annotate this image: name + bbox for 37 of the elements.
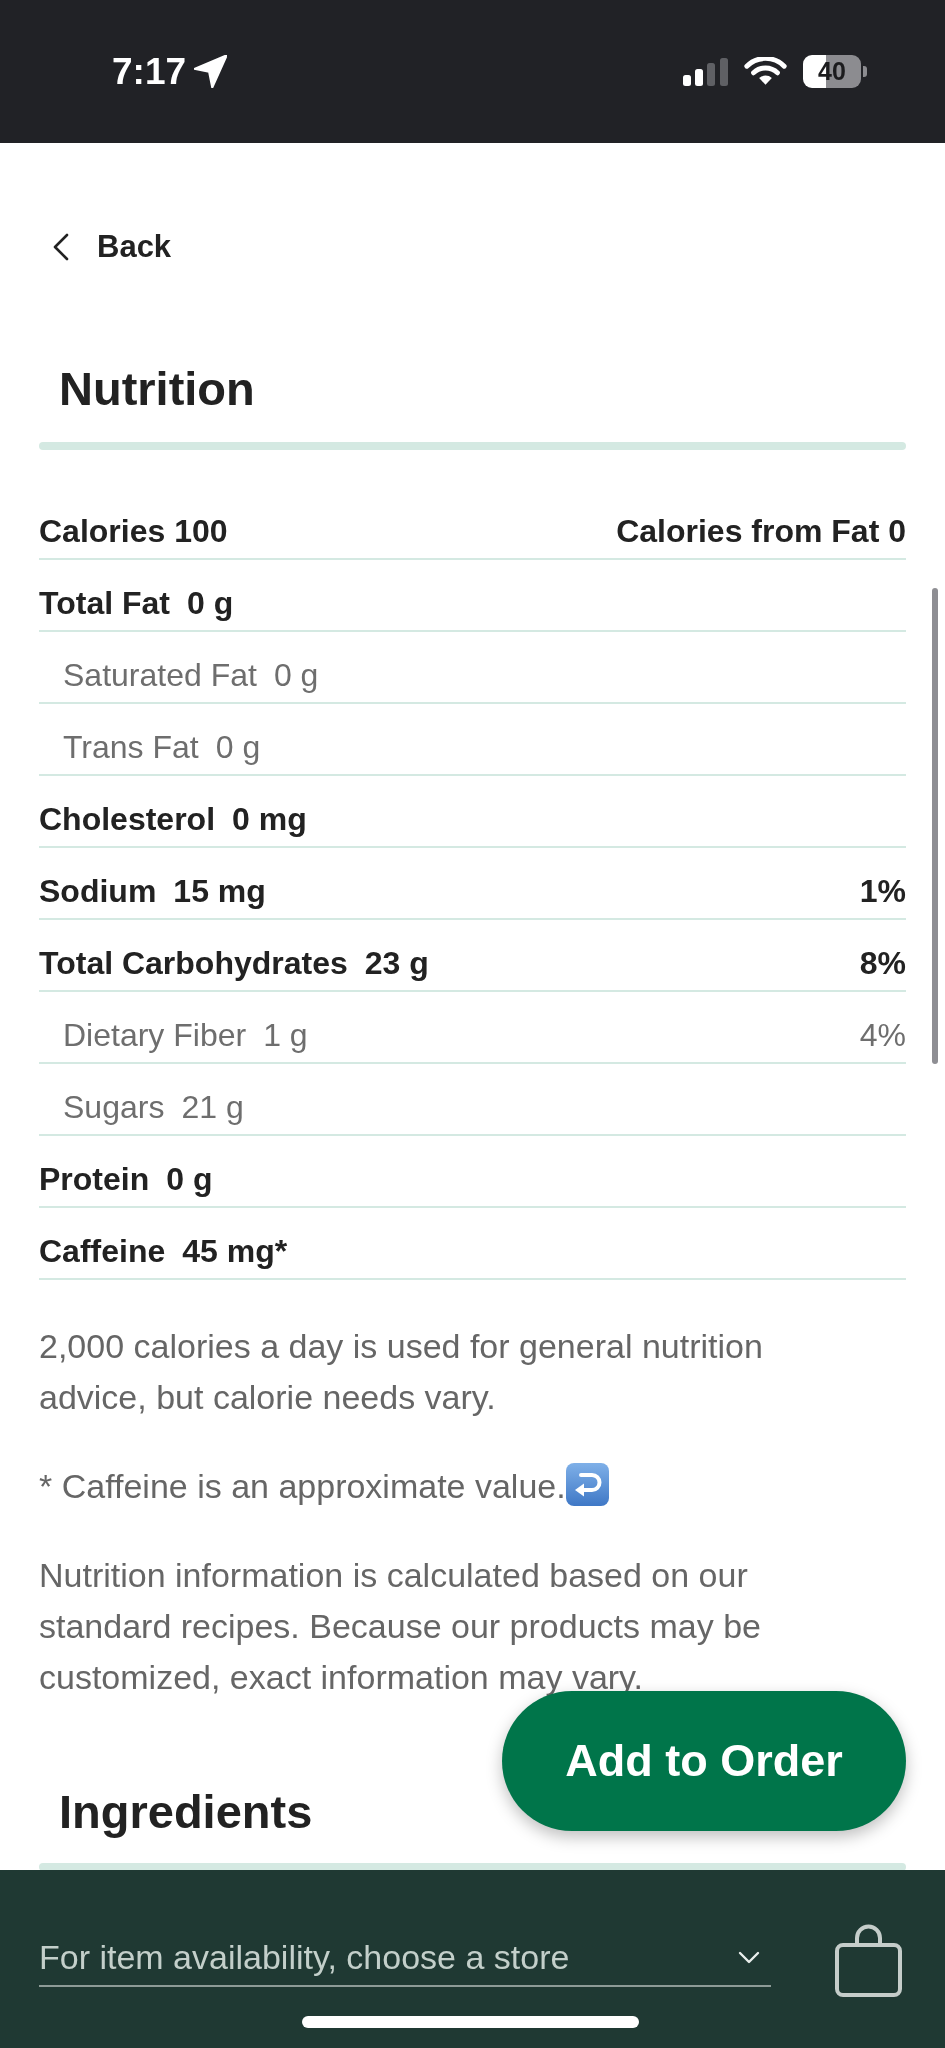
nutrient-amount: 0 mg xyxy=(232,800,307,839)
back-button[interactable]: Back xyxy=(53,227,172,267)
section-heading: Ingredients xyxy=(58,1784,313,1840)
footnote-text: * Caffeine is an approximate value. xyxy=(39,1467,566,1505)
nutrient-amount: 0 g xyxy=(273,656,319,695)
nutrient-name: Total Fat xyxy=(39,584,170,623)
nutrient-name: Sugars xyxy=(63,1088,165,1127)
nutrient-amount: 21 g xyxy=(181,1088,244,1127)
calories-text: Calories 100 xyxy=(39,512,228,551)
nutrient-amount: 0 g xyxy=(166,1160,213,1199)
daily-value-percent: 8% xyxy=(859,944,906,983)
status-time: 7:17 xyxy=(112,49,187,94)
location-arrow-icon xyxy=(194,55,228,88)
nutrient-name: Caffeine xyxy=(39,1232,166,1271)
calories-from-fat-text: Calories from Fat 0 xyxy=(616,512,906,551)
nutrient-name: Protein xyxy=(39,1160,150,1199)
nutrient-amount: 1 g xyxy=(263,1016,308,1055)
daily-value-percent: 1% xyxy=(859,872,906,911)
nutrient-name: Trans Fat xyxy=(63,728,199,767)
nutrient-name: Total Carbohydrates xyxy=(39,944,348,983)
signal-icon xyxy=(683,57,728,86)
nutrient-amount: 15 mg xyxy=(173,872,266,911)
wifi-icon xyxy=(744,57,787,86)
nutrient-amount: 0 g xyxy=(215,728,261,767)
nutrient-amount: 0 g xyxy=(186,584,234,623)
chevron-down-icon xyxy=(738,1951,760,1964)
chevron-left-icon xyxy=(53,233,69,261)
nutrient-name: Saturated Fat xyxy=(63,656,257,695)
shopping-bag-icon[interactable] xyxy=(835,1923,902,1997)
daily-value-percent: 4% xyxy=(859,1016,906,1055)
footnote-text: 2,000 calories a day is used for general nutrition advice, but calorie needs vary. xyxy=(39,1327,763,1416)
nutrient-name: Sodium xyxy=(39,872,157,911)
nutrient-name: Dietary Fiber xyxy=(63,1016,247,1055)
nutrient-amount: 45 mg* xyxy=(182,1232,288,1271)
nutrient-name: Cholesterol xyxy=(39,800,216,839)
nutrient-amount: 23 g xyxy=(364,944,429,983)
section-heading: Nutrition xyxy=(58,361,255,417)
